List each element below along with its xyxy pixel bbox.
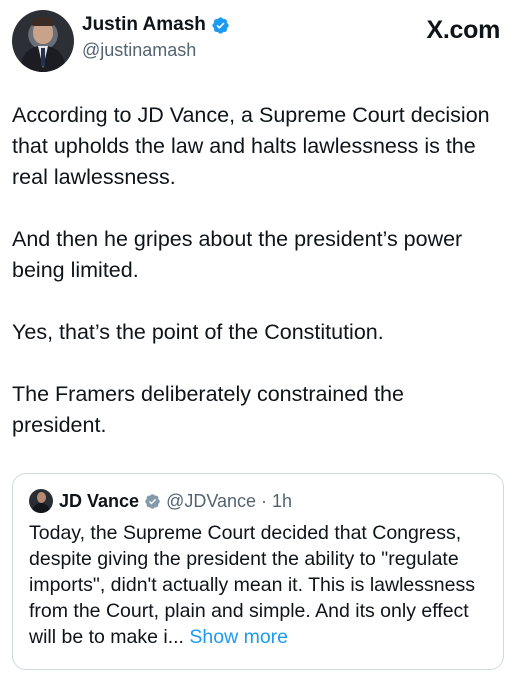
post-paragraph: Yes, that’s the point of the Constitutio… [12, 320, 384, 344]
post-paragraph: According to JD Vance, a Supreme Court d… [12, 103, 490, 189]
show-more-link[interactable]: Show more [184, 626, 288, 648]
author-avatar[interactable] [12, 10, 74, 72]
quoted-author-name: JD Vance [59, 490, 140, 511]
post-text: According to JD Vance, a Supreme Court d… [12, 100, 504, 441]
post-paragraph: The Framers deliberately constrained the… [12, 382, 404, 437]
quoted-author-handle-time: @JDVance · 1h [166, 490, 293, 511]
quoted-post-header: JD Vance @JDVance · 1h [29, 488, 487, 514]
quoted-post-text: Today, the Supreme Court decided that Co… [29, 520, 487, 650]
author-handle[interactable]: @justinamash [82, 40, 196, 61]
x-logo: X.com [426, 16, 500, 44]
post-paragraph: And then he gripes about the president’s… [12, 227, 463, 282]
verified-badge-icon [212, 16, 229, 34]
post-header: Justin Amash @justinamash X.com [12, 10, 504, 74]
quoted-author-avatar [29, 489, 53, 513]
author-name-row: Justin Amash [82, 14, 230, 36]
verified-badge-icon [145, 493, 160, 509]
author-name[interactable]: Justin Amash [82, 14, 206, 36]
quoted-post[interactable]: JD Vance @JDVance · 1h Today, the Suprem… [12, 473, 504, 670]
